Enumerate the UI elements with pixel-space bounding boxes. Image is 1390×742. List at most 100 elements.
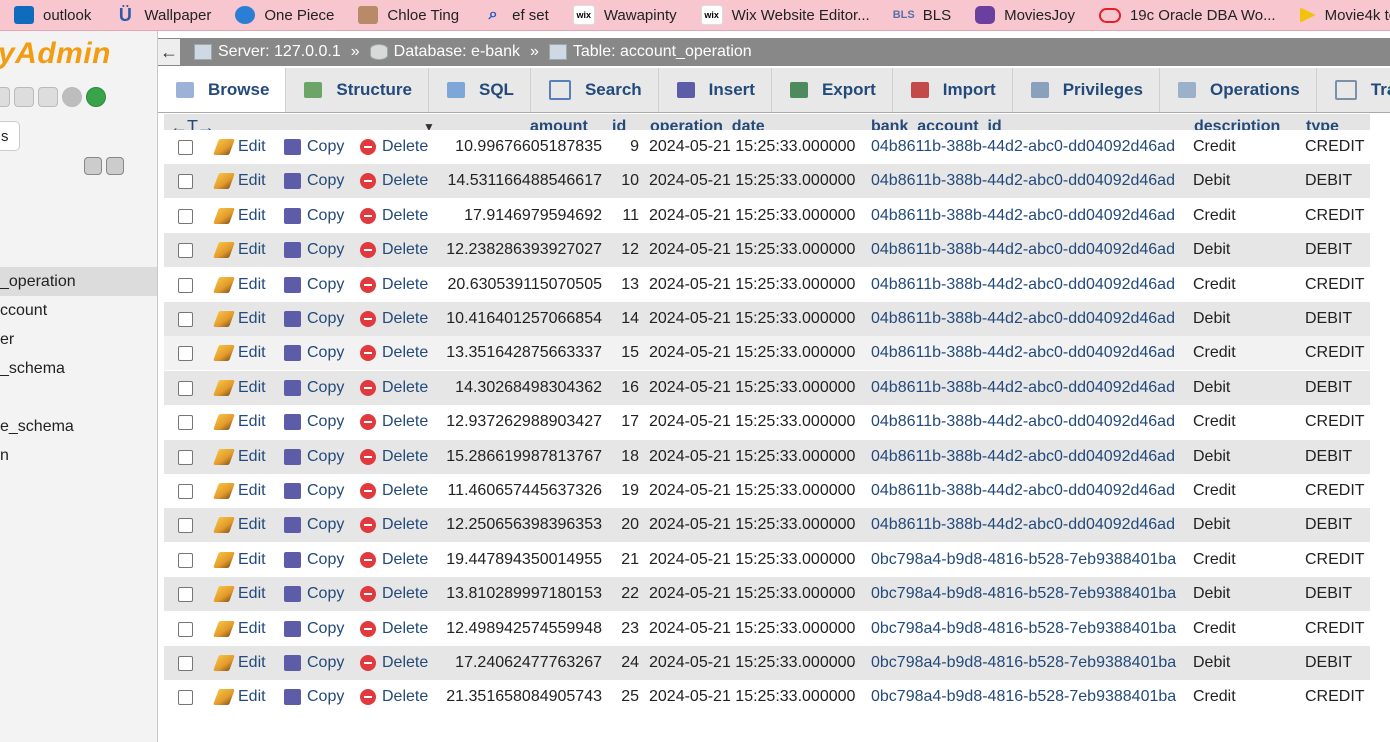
reload-icon[interactable] xyxy=(86,87,106,107)
delete-button[interactable]: Delete xyxy=(360,474,428,508)
phpmyadmin-logo[interactable]: yAdmin xyxy=(0,37,111,71)
cell-bank-account-id[interactable]: 0bc798a4-b9d8-4816-b528-7eb9388401ba xyxy=(871,577,1176,611)
row-checkbox[interactable] xyxy=(178,346,193,362)
row-checkbox[interactable] xyxy=(178,243,193,259)
edit-button[interactable]: Edit xyxy=(213,405,266,439)
cell-bank-account-id[interactable]: 04b8611b-388b-44d2-abc0-dd04092d46ad xyxy=(871,440,1175,474)
gear-icon[interactable] xyxy=(62,87,82,107)
nav-tab[interactable]: s xyxy=(0,121,20,151)
breadcrumb-server[interactable]: Server: 127.0.0.1 xyxy=(218,43,341,61)
copy-button[interactable]: Copy xyxy=(284,130,344,164)
edit-button[interactable]: Edit xyxy=(213,543,266,577)
edit-button[interactable]: Edit xyxy=(213,268,266,302)
cell-bank-account-id[interactable]: 0bc798a4-b9d8-4816-b528-7eb9388401ba xyxy=(871,543,1176,577)
edit-button[interactable]: Edit xyxy=(213,508,266,542)
link-icon[interactable] xyxy=(106,157,124,175)
copy-button[interactable]: Copy xyxy=(284,405,344,439)
tab-privileges[interactable]: Privileges xyxy=(1013,68,1161,112)
row-checkbox[interactable] xyxy=(178,449,193,465)
bookmark-8[interactable]: BLS BLS xyxy=(880,0,961,30)
tab-export[interactable]: Export xyxy=(772,68,893,112)
row-checkbox[interactable] xyxy=(178,277,193,293)
cell-bank-account-id[interactable]: 04b8611b-388b-44d2-abc0-dd04092d46ad xyxy=(871,371,1175,405)
cell-bank-account-id[interactable]: 0bc798a4-b9d8-4816-b528-7eb9388401ba xyxy=(871,680,1176,714)
nav-table-item[interactable]: _schema xyxy=(0,354,157,383)
edit-button[interactable]: Edit xyxy=(213,302,266,336)
copy-button[interactable]: Copy xyxy=(284,508,344,542)
delete-button[interactable]: Delete xyxy=(360,646,428,680)
delete-button[interactable]: Delete xyxy=(360,405,428,439)
cell-bank-account-id[interactable]: 0bc798a4-b9d8-4816-b528-7eb9388401ba xyxy=(871,646,1176,680)
nav-table-item[interactable] xyxy=(0,383,157,412)
copy-button[interactable]: Copy xyxy=(284,543,344,577)
row-checkbox[interactable] xyxy=(178,484,193,499)
delete-button[interactable]: Delete xyxy=(360,268,428,302)
bookmark-9[interactable]: MoviesJoy xyxy=(961,0,1085,30)
tab-tracking[interactable]: Tracking xyxy=(1317,68,1390,112)
row-checkbox[interactable] xyxy=(178,552,193,568)
edit-button[interactable]: Edit xyxy=(213,440,266,474)
delete-button[interactable]: Delete xyxy=(360,508,428,542)
tab-insert[interactable]: Insert xyxy=(659,68,772,112)
tab-structure[interactable]: Structure xyxy=(286,68,429,112)
bookmark-7[interactable]: wix Wix Website Editor... xyxy=(687,0,880,30)
delete-button[interactable]: Delete xyxy=(360,371,428,405)
delete-button[interactable]: Delete xyxy=(360,440,428,474)
bookmark-3[interactable]: One Piece xyxy=(221,0,344,30)
bookmark-11[interactable]: Movie4k to xyxy=(1286,0,1390,30)
copy-button[interactable]: Copy xyxy=(284,474,344,508)
page-icon[interactable] xyxy=(38,87,58,107)
delete-button[interactable]: Delete xyxy=(360,164,428,198)
tab-operations[interactable]: Operations xyxy=(1160,68,1317,112)
cell-bank-account-id[interactable]: 04b8611b-388b-44d2-abc0-dd04092d46ad xyxy=(871,130,1175,164)
cell-bank-account-id[interactable]: 0bc798a4-b9d8-4816-b528-7eb9388401ba xyxy=(871,612,1176,646)
copy-button[interactable]: Copy xyxy=(284,371,344,405)
row-checkbox[interactable] xyxy=(178,380,193,396)
edit-button[interactable]: Edit xyxy=(213,336,266,370)
edit-button[interactable]: Edit xyxy=(213,199,266,233)
copy-button[interactable]: Copy xyxy=(284,680,344,714)
breadcrumb-database[interactable]: Database: e-bank xyxy=(394,43,520,61)
edit-button[interactable]: Edit xyxy=(213,371,266,405)
copy-button[interactable]: Copy xyxy=(284,233,344,267)
row-checkbox[interactable] xyxy=(178,656,193,671)
bookmark-4[interactable]: Chloe Ting xyxy=(344,0,469,30)
collapse-all-icon[interactable] xyxy=(84,157,102,175)
nav-table-item[interactable]: n xyxy=(0,441,157,470)
docs-icon[interactable] xyxy=(14,87,34,107)
cell-bank-account-id[interactable]: 04b8611b-388b-44d2-abc0-dd04092d46ad xyxy=(871,164,1175,198)
bookmark-6[interactable]: wix Wawapinty xyxy=(559,0,687,30)
home-icon[interactable] xyxy=(0,87,10,107)
nav-table-item[interactable]: e_schema xyxy=(0,412,157,441)
delete-button[interactable]: Delete xyxy=(360,130,428,164)
row-checkbox[interactable] xyxy=(178,690,193,706)
row-checkbox[interactable] xyxy=(178,587,193,603)
nav-table-item[interactable]: _operation xyxy=(0,267,157,296)
tab-import[interactable]: Import xyxy=(893,68,1013,112)
copy-button[interactable]: Copy xyxy=(284,440,344,474)
row-checkbox[interactable] xyxy=(178,208,193,224)
row-checkbox[interactable] xyxy=(178,621,193,637)
cell-bank-account-id[interactable]: 04b8611b-388b-44d2-abc0-dd04092d46ad xyxy=(871,268,1175,302)
copy-button[interactable]: Copy xyxy=(284,612,344,646)
tab-browse[interactable]: Browse xyxy=(158,68,287,112)
delete-button[interactable]: Delete xyxy=(360,302,428,336)
edit-button[interactable]: Edit xyxy=(213,164,266,198)
cell-bank-account-id[interactable]: 04b8611b-388b-44d2-abc0-dd04092d46ad xyxy=(871,405,1175,439)
cell-bank-account-id[interactable]: 04b8611b-388b-44d2-abc0-dd04092d46ad xyxy=(871,199,1175,233)
copy-button[interactable]: Copy xyxy=(284,577,344,611)
bookmark-2[interactable]: Ü Wallpaper xyxy=(101,0,221,30)
nav-table-item[interactable]: er xyxy=(0,325,157,354)
delete-button[interactable]: Delete xyxy=(360,577,428,611)
row-checkbox[interactable] xyxy=(178,415,193,431)
bookmark-1[interactable]: outlook xyxy=(0,0,101,30)
cell-bank-account-id[interactable]: 04b8611b-388b-44d2-abc0-dd04092d46ad xyxy=(871,474,1175,508)
row-checkbox[interactable] xyxy=(178,312,193,327)
edit-button[interactable]: Edit xyxy=(213,130,266,164)
copy-button[interactable]: Copy xyxy=(284,646,344,680)
edit-button[interactable]: Edit xyxy=(213,680,266,714)
delete-button[interactable]: Delete xyxy=(360,680,428,714)
row-checkbox[interactable] xyxy=(178,518,193,534)
tab-search[interactable]: Search xyxy=(531,68,659,112)
copy-button[interactable]: Copy xyxy=(284,302,344,336)
